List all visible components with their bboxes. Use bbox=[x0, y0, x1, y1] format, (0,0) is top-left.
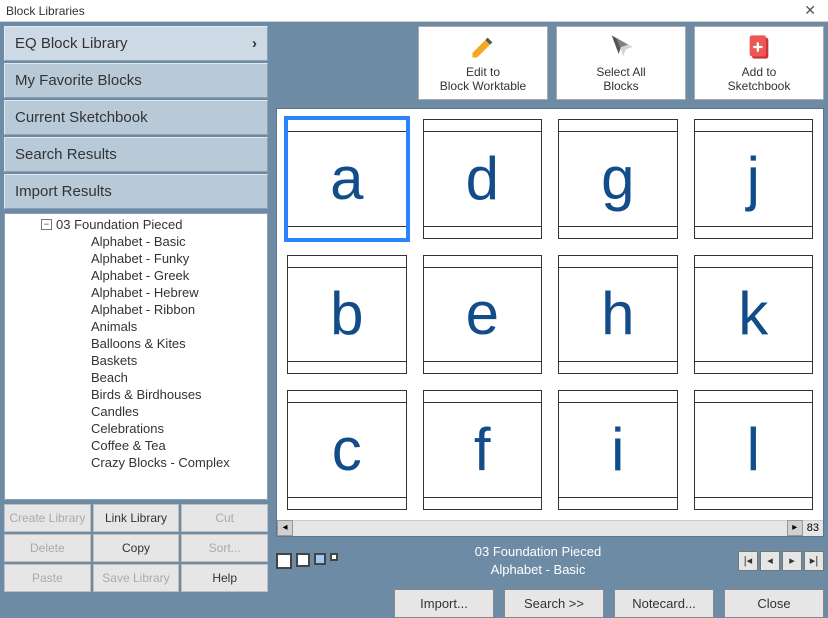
tree-item[interactable]: Beach bbox=[5, 369, 267, 386]
thumbnail-size-picker[interactable] bbox=[276, 553, 338, 569]
block-cell[interactable]: a bbox=[287, 119, 407, 239]
nav-label: Import Results bbox=[15, 183, 112, 200]
nav-label: EQ Block Library bbox=[15, 35, 128, 52]
notecard-button[interactable]: Notecard... bbox=[614, 589, 714, 618]
window-title: Block Libraries bbox=[6, 4, 85, 18]
left-button-grid: Create Library Link Library Cut Delete C… bbox=[4, 504, 268, 592]
tree-item[interactable]: Birds & Birdhouses bbox=[5, 386, 267, 403]
block-cell[interactable]: b bbox=[287, 255, 407, 375]
book-plus-icon bbox=[745, 33, 773, 61]
action-row: Edit toBlock Worktable Select AllBlocks … bbox=[276, 26, 824, 100]
tree-item[interactable]: Alphabet - Greek bbox=[5, 267, 267, 284]
block-cell[interactable]: i bbox=[558, 390, 678, 510]
titlebar: Block Libraries ✕ bbox=[0, 0, 828, 22]
save-library-button[interactable]: Save Library bbox=[93, 564, 180, 592]
nav-label: Current Sketchbook bbox=[15, 109, 148, 126]
tree-item[interactable]: Alphabet - Hebrew bbox=[5, 284, 267, 301]
left-panel: EQ Block Library › My Favorite Blocks Cu… bbox=[0, 22, 268, 596]
scroll-left-icon[interactable]: ◂ bbox=[277, 520, 293, 536]
cut-button[interactable]: Cut bbox=[181, 504, 268, 532]
nav-eq-library[interactable]: EQ Block Library › bbox=[4, 26, 268, 61]
nav-search-results[interactable]: Search Results bbox=[4, 137, 268, 172]
block-grid-scroll[interactable]: adgj behk cfil bbox=[277, 109, 823, 520]
nav-favorites[interactable]: My Favorite Blocks bbox=[4, 63, 268, 98]
block-cell[interactable]: l bbox=[694, 390, 814, 510]
add-sketchbook-button[interactable]: Add toSketchbook bbox=[694, 26, 824, 100]
nav-sketchbook[interactable]: Current Sketchbook bbox=[4, 100, 268, 135]
size-small-icon[interactable] bbox=[314, 553, 326, 565]
prev-button[interactable]: ◂ bbox=[760, 551, 780, 571]
close-icon[interactable]: ✕ bbox=[798, 2, 822, 19]
tree-item[interactable]: Coffee & Tea bbox=[5, 437, 267, 454]
import-button[interactable]: Import... bbox=[394, 589, 494, 618]
tree-parent-label: 03 Foundation Pieced bbox=[56, 217, 182, 232]
block-cell[interactable]: e bbox=[423, 255, 543, 375]
create-library-button[interactable]: Create Library bbox=[4, 504, 91, 532]
size-large-icon[interactable] bbox=[276, 553, 292, 569]
bottom-bar: Import... Search >> Notecard... Close bbox=[276, 589, 824, 618]
library-tree[interactable]: − 03 Foundation Pieced Alphabet - BasicA… bbox=[5, 214, 267, 499]
nav-buttons: |◂ ◂ ▸ ▸| bbox=[738, 551, 824, 571]
right-panel: Edit toBlock Worktable Select AllBlocks … bbox=[268, 22, 828, 596]
paste-button[interactable]: Paste bbox=[4, 564, 91, 592]
horizontal-scrollbar[interactable]: ◂ ▸ 83 bbox=[277, 520, 823, 536]
tree-panel: − 03 Foundation Pieced Alphabet - BasicA… bbox=[4, 213, 268, 500]
tree-parent[interactable]: − 03 Foundation Pieced bbox=[5, 216, 267, 233]
tree-item[interactable]: Animals bbox=[5, 318, 267, 335]
help-button[interactable]: Help bbox=[181, 564, 268, 592]
tree-item[interactable]: Baskets bbox=[5, 352, 267, 369]
nav-import-results[interactable]: Import Results bbox=[4, 174, 268, 209]
sort-button[interactable]: Sort... bbox=[181, 534, 268, 562]
edit-worktable-button[interactable]: Edit toBlock Worktable bbox=[418, 26, 548, 100]
selection-info: 03 Foundation Pieced Alphabet - Basic bbox=[338, 543, 738, 579]
scroll-right-icon[interactable]: ▸ bbox=[787, 520, 803, 536]
tree-item[interactable]: Alphabet - Basic bbox=[5, 233, 267, 250]
last-button[interactable]: ▸| bbox=[804, 551, 824, 571]
first-button[interactable]: |◂ bbox=[738, 551, 758, 571]
block-cell[interactable]: g bbox=[558, 119, 678, 239]
search-button[interactable]: Search >> bbox=[504, 589, 604, 618]
copy-button[interactable]: Copy bbox=[93, 534, 180, 562]
cursor-icon bbox=[607, 33, 635, 61]
tree-item[interactable]: Celebrations bbox=[5, 420, 267, 437]
block-cell[interactable]: f bbox=[423, 390, 543, 510]
select-all-button[interactable]: Select AllBlocks bbox=[556, 26, 686, 100]
collapse-icon[interactable]: − bbox=[41, 219, 52, 230]
tree-item[interactable]: Candles bbox=[5, 403, 267, 420]
block-cell[interactable]: k bbox=[694, 255, 814, 375]
tree-item[interactable]: Alphabet - Ribbon bbox=[5, 301, 267, 318]
block-count: 83 bbox=[803, 522, 823, 534]
block-cell[interactable]: c bbox=[287, 390, 407, 510]
delete-button[interactable]: Delete bbox=[4, 534, 91, 562]
nav-label: My Favorite Blocks bbox=[15, 72, 142, 89]
close-button[interactable]: Close bbox=[724, 589, 824, 618]
tree-item[interactable]: Balloons & Kites bbox=[5, 335, 267, 352]
block-cell[interactable]: h bbox=[558, 255, 678, 375]
tree-item[interactable]: Crazy Blocks - Complex bbox=[5, 454, 267, 471]
next-button[interactable]: ▸ bbox=[782, 551, 802, 571]
link-library-button[interactable]: Link Library bbox=[93, 504, 180, 532]
tree-item[interactable]: Alphabet - Funky bbox=[5, 250, 267, 267]
block-grid-panel: adgj behk cfil ◂ ▸ 83 bbox=[276, 108, 824, 537]
info-row: 03 Foundation Pieced Alphabet - Basic |◂… bbox=[276, 543, 824, 579]
nav-label: Search Results bbox=[15, 146, 117, 163]
size-med-icon[interactable] bbox=[296, 553, 310, 567]
size-tiny-icon[interactable] bbox=[330, 553, 338, 561]
pencil-icon bbox=[469, 33, 497, 61]
block-cell[interactable]: j bbox=[694, 119, 814, 239]
block-cell[interactable]: d bbox=[423, 119, 543, 239]
chevron-right-icon: › bbox=[252, 35, 257, 52]
